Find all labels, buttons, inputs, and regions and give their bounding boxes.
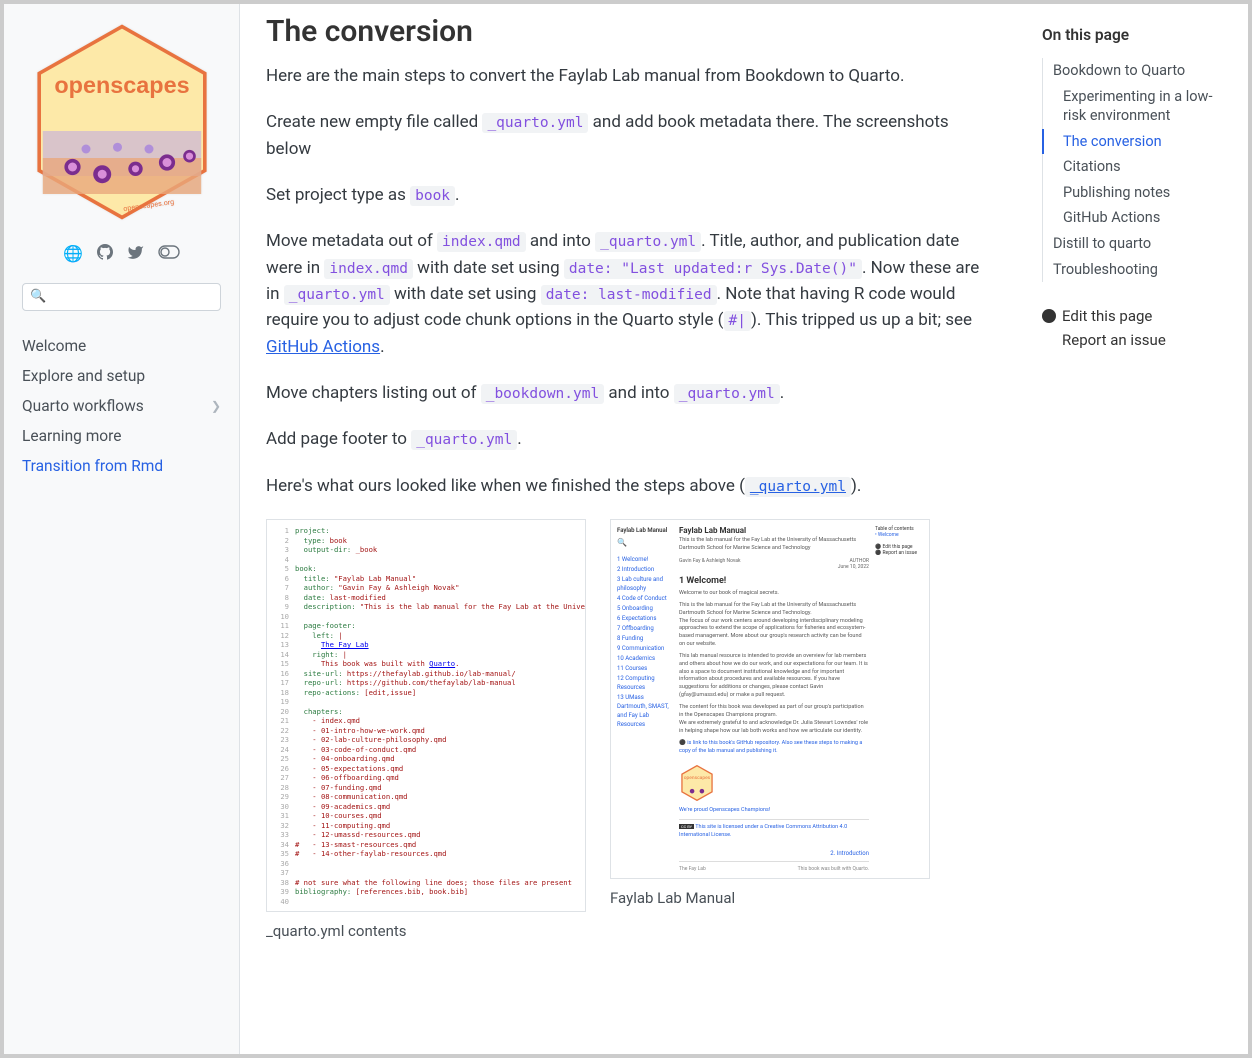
search-icon: 🔍 bbox=[30, 289, 46, 304]
step-paragraph: Set project type as book. bbox=[266, 182, 992, 208]
figure-code: 1project: 2 type: book 3 output-dir: _bo… bbox=[266, 519, 586, 940]
code-inline: _bookdown.yml bbox=[481, 384, 605, 404]
step-paragraph: Move metadata out of index.qmd and into … bbox=[266, 228, 992, 360]
code-inline: #| bbox=[724, 311, 751, 331]
theme-toggle-icon[interactable] bbox=[158, 244, 180, 265]
browser-main: Faylab Lab Manual This is the lab manual… bbox=[679, 526, 869, 872]
toc-item[interactable]: The conversion bbox=[1042, 129, 1232, 155]
social-icons: 🌐 bbox=[4, 236, 239, 283]
code-inline: _quarto.yml bbox=[595, 232, 701, 252]
code-inline: date: last-modified bbox=[541, 285, 717, 305]
chevron-right-icon: ❯ bbox=[211, 399, 221, 413]
globe-icon[interactable]: 🌐 bbox=[63, 244, 83, 265]
search-input[interactable] bbox=[22, 283, 221, 311]
nav-label: Welcome bbox=[22, 337, 86, 355]
step-paragraph: Move chapters listing out of _bookdown.y… bbox=[266, 380, 992, 406]
nav-explore[interactable]: Explore and setup bbox=[4, 361, 239, 391]
code-inline: _quarto.yml bbox=[411, 430, 517, 450]
nav-welcome[interactable]: Welcome bbox=[4, 331, 239, 361]
quarto-yml-link[interactable]: _quarto.yml bbox=[745, 476, 851, 496]
page-heading: The conversion bbox=[266, 14, 992, 49]
edit-page-link[interactable]: Edit this page bbox=[1042, 304, 1232, 328]
figure-caption: _quarto.yml contents bbox=[266, 922, 586, 940]
browser-toc: Faylab Lab Manual 🔍 1 Welcome!2 Introduc… bbox=[617, 526, 673, 872]
svg-text:openscapes: openscapes bbox=[684, 774, 711, 780]
nav-label: Explore and setup bbox=[22, 367, 145, 385]
toc-heading: On this page bbox=[1042, 26, 1232, 44]
code-inline: index.qmd bbox=[437, 232, 526, 252]
code-inline: date: "Last updated:r Sys.Date()" bbox=[564, 259, 862, 279]
toc-item[interactable]: Distill to quarto bbox=[1042, 231, 1232, 257]
code-inline: _quarto.yml bbox=[284, 285, 390, 305]
toc-item[interactable]: GitHub Actions bbox=[1042, 205, 1232, 231]
github-icon[interactable] bbox=[97, 244, 113, 265]
github-actions-link[interactable]: GitHub Actions bbox=[266, 337, 380, 357]
main-content: The conversion Here are the main steps t… bbox=[240, 4, 1030, 1054]
sidebar-nav: Welcome Explore and setup Quarto workflo… bbox=[4, 325, 239, 487]
step-paragraph: Create new empty file called _quarto.yml… bbox=[266, 109, 992, 162]
nav-label: Transition from Rmd bbox=[22, 457, 163, 475]
figure-browser: Faylab Lab Manual 🔍 1 Welcome!2 Introduc… bbox=[610, 519, 930, 940]
right-toc: On this page Bookdown to QuartoExperimen… bbox=[1030, 4, 1248, 1054]
sidebar: openscapes openscapes.org 🌐 🔍 bbox=[4, 4, 240, 1054]
openscapes-logo[interactable]: openscapes openscapes.org bbox=[32, 22, 212, 222]
figure-caption: Faylab Lab Manual bbox=[610, 889, 930, 907]
step-paragraph: Add page footer to _quarto.yml. bbox=[266, 426, 992, 452]
nav-workflows[interactable]: Quarto workflows ❯ bbox=[4, 391, 239, 421]
code-inline: book bbox=[410, 186, 455, 206]
report-issue-link[interactable]: Report an issue bbox=[1042, 328, 1232, 352]
code-inline: _quarto.yml bbox=[482, 113, 588, 133]
toc-item[interactable]: Publishing notes bbox=[1042, 180, 1232, 206]
nav-label: Learning more bbox=[22, 427, 121, 445]
browser-screenshot: Faylab Lab Manual 🔍 1 Welcome!2 Introduc… bbox=[610, 519, 930, 879]
nav-label: Quarto workflows bbox=[22, 397, 144, 415]
code-inline: _quarto.yml bbox=[674, 384, 780, 404]
toc-actions: Edit this page Report an issue bbox=[1042, 304, 1232, 352]
code-inline: index.qmd bbox=[324, 259, 413, 279]
code-screenshot: 1project: 2 type: book 3 output-dir: _bo… bbox=[266, 519, 586, 912]
toc-item[interactable]: Experimenting in a low-risk environment bbox=[1042, 84, 1232, 129]
svg-text:openscapes: openscapes bbox=[54, 72, 189, 98]
search-container: 🔍 bbox=[4, 283, 239, 325]
twitter-icon[interactable] bbox=[127, 244, 144, 265]
toc-item[interactable]: Troubleshooting bbox=[1042, 257, 1232, 283]
toc-item[interactable]: Bookdown to Quarto bbox=[1042, 58, 1232, 84]
toc-item[interactable]: Citations bbox=[1042, 154, 1232, 180]
figures-row: 1project: 2 type: book 3 output-dir: _bo… bbox=[266, 519, 992, 940]
nav-learning[interactable]: Learning more bbox=[4, 421, 239, 451]
step-paragraph: Here's what ours looked like when we fin… bbox=[266, 473, 992, 499]
browser-right-toc: Table of contents • Welcome ⚫ Edit this … bbox=[875, 526, 923, 872]
intro-paragraph: Here are the main steps to convert the F… bbox=[266, 63, 992, 89]
nav-transition[interactable]: Transition from Rmd bbox=[4, 451, 239, 481]
logo-container: openscapes openscapes.org bbox=[4, 4, 239, 236]
